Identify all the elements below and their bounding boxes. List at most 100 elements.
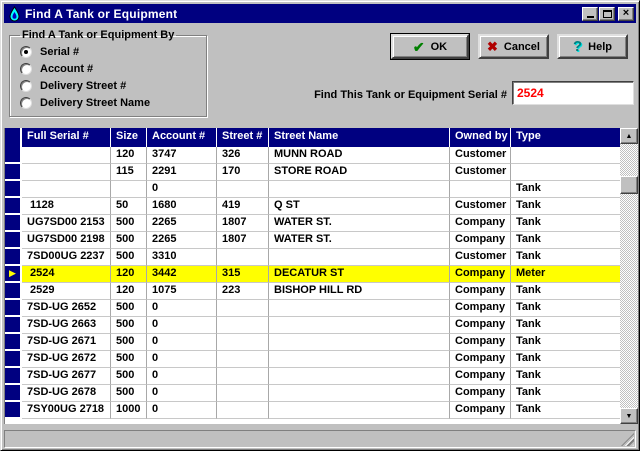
table-cell [217,334,269,351]
radio-option-serial[interactable]: Serial # [20,43,198,60]
table-cell [217,368,269,385]
cancel-button-label: Cancel [504,41,540,53]
table-cell: 0 [147,385,217,402]
table-row[interactable]: ▶ 25291201075223BISHOP HILL RDCompanyTan… [5,283,620,300]
titlebar[interactable]: Find A Tank or Equipment × [4,4,636,23]
window-controls: × [581,7,634,21]
table-cell: STORE ROAD [269,164,450,181]
vertical-scrollbar[interactable]: ▲ ▼ [620,128,638,424]
table-cell: 500 [111,317,147,334]
radio-circle-icon[interactable] [20,80,32,92]
table-cell: Company [450,385,511,402]
row-selector-cell[interactable]: ▶ [5,198,22,215]
table-cell: Tank [511,300,620,317]
row-selector-cell[interactable]: ▶ [5,232,22,249]
table-cell: Tank [511,232,620,249]
table-row[interactable]: ▶7SY00UG 271810000CompanyTank [5,402,620,419]
row-selector-cell[interactable]: ▶ [5,181,22,198]
column-header: Owned by [450,128,511,147]
radio-option-account[interactable]: Account # [20,60,198,77]
row-selector-cell[interactable]: ▶ [5,164,22,181]
row-selector-cell[interactable]: ▶ [5,317,22,334]
table-cell: 0 [147,300,217,317]
radio-label: Delivery Street # [40,80,126,92]
column-header: Account # [147,128,217,147]
maximize-button[interactable] [599,7,615,21]
table-cell: 7SD-UG 2652 [22,300,111,317]
radio-label: Serial # [40,46,79,58]
row-selector-cell[interactable]: ▶ [5,215,22,232]
table-cell: WATER ST. [269,215,450,232]
row-selector-cell[interactable]: ▶ [5,300,22,317]
radio-circle-icon[interactable] [20,46,32,58]
table-row[interactable]: ▶7SD-UG 26775000CompanyTank [5,368,620,385]
current-row-pointer-icon: ▶ [9,269,16,278]
table-row[interactable]: ▶0Tank [5,181,620,198]
scroll-down-button[interactable]: ▼ [620,408,638,424]
row-selector-cell[interactable]: ▶ [5,368,22,385]
table-row[interactable]: ▶1152291170STORE ROADCustomer [5,164,620,181]
table-cell: 7SD-UG 2672 [22,351,111,368]
row-selector-cell[interactable]: ▶ [5,266,22,283]
table-row[interactable]: ▶1203747326MUNN ROADCustomer [5,147,620,164]
table-row[interactable]: ▶ 25241203442315DECATUR STCompanyMeter [5,266,620,283]
table-cell [217,249,269,266]
table-row[interactable]: ▶7SD-UG 26785000CompanyTank [5,385,620,402]
table-cell: 500 [111,385,147,402]
table-cell: Company [450,317,511,334]
table-cell: Meter [511,266,620,283]
table-cell: 419 [217,198,269,215]
radio-circle-icon[interactable] [20,63,32,75]
table-row[interactable]: ▶7SD-UG 26715000CompanyTank [5,334,620,351]
table-cell: 7SD-UG 2671 [22,334,111,351]
table-cell: Tank [511,317,620,334]
scrollbar-thumb[interactable] [620,176,638,194]
table-cell: Customer [450,198,511,215]
table-cell: Tank [511,385,620,402]
row-selector-cell[interactable]: ▶ [5,249,22,266]
table-row[interactable]: ▶7SD-UG 26725000CompanyTank [5,351,620,368]
table-cell [269,402,450,419]
row-selector-cell[interactable]: ▶ [5,147,22,164]
scroll-up-button[interactable]: ▲ [620,128,638,144]
table-cell [269,181,450,198]
radio-option-delivery-street[interactable]: Delivery Street # [20,77,198,94]
table-row[interactable]: ▶UG7SD00 219850022651807WATER ST.Company… [5,232,620,249]
resize-grip[interactable] [621,433,634,446]
column-header: Type [511,128,620,147]
table-cell: 500 [111,215,147,232]
row-selector-cell[interactable]: ▶ [5,385,22,402]
radio-circle-icon[interactable] [20,97,32,109]
row-selector-cell[interactable]: ▶ [5,402,22,419]
table-cell: 0 [147,402,217,419]
table-cell: 2529 [22,283,111,300]
table-cell: 500 [111,334,147,351]
table-cell: Customer [450,249,511,266]
grid-rows-area: Full Serial #SizeAccount #Street #Street… [5,128,620,424]
row-selector-cell[interactable]: ▶ [5,351,22,368]
table-cell [217,181,269,198]
table-row[interactable]: ▶ 1128501680419Q STCustomerTank [5,198,620,215]
gas-flame-icon [7,6,22,22]
ok-button[interactable]: ✔ OK [391,34,469,59]
help-button[interactable]: ? Help [557,34,628,59]
close-button[interactable]: × [618,7,634,21]
table-cell: Tank [511,351,620,368]
table-row[interactable]: ▶7SD-UG 26635000CompanyTank [5,317,620,334]
table-cell: 7SD-UG 2677 [22,368,111,385]
column-header: Full Serial # [22,128,111,147]
table-row[interactable]: ▶UG7SD00 215350022651807WATER ST.Company… [5,215,620,232]
help-button-label: Help [588,41,612,53]
minimize-button[interactable] [582,7,598,21]
row-selector-cell[interactable]: ▶ [5,334,22,351]
radio-option-delivery-street-name[interactable]: Delivery Street Name [20,94,198,111]
table-row[interactable]: ▶7SD-UG 26525000CompanyTank [5,300,620,317]
table-cell: 3310 [147,249,217,266]
cancel-button[interactable]: ✖ Cancel [478,34,549,59]
table-cell: 2524 [22,266,111,283]
table-cell: Tank [511,249,620,266]
row-selector-cell[interactable]: ▶ [5,283,22,300]
table-cell: Company [450,334,511,351]
search-input[interactable] [512,81,634,105]
table-row[interactable]: ▶7SD00UG 22375003310CustomerTank [5,249,620,266]
